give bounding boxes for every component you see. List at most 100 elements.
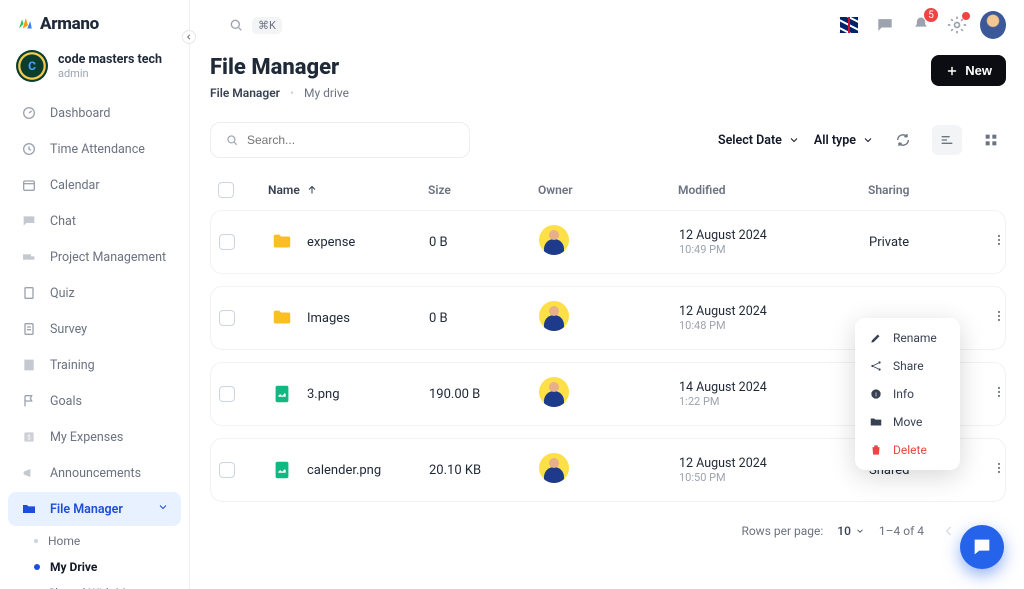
context-rename[interactable]: Rename bbox=[855, 324, 960, 352]
modified-time: 10:50 PM bbox=[679, 471, 869, 484]
org-switcher[interactable]: C code masters tech admin bbox=[0, 44, 189, 96]
grid-icon bbox=[983, 132, 999, 148]
chevron-down-icon bbox=[788, 134, 800, 146]
folder-icon bbox=[269, 307, 295, 329]
svg-text:$: $ bbox=[27, 434, 31, 442]
arrow-up-icon bbox=[306, 184, 318, 196]
file-name: expense bbox=[307, 235, 355, 250]
folder-icon bbox=[20, 500, 38, 518]
sidebar-item-label: Quiz bbox=[50, 286, 75, 301]
owner-avatar bbox=[539, 377, 569, 407]
chat-fab[interactable] bbox=[960, 525, 1004, 569]
sidebar-item-calendar[interactable]: Calendar bbox=[8, 168, 181, 202]
sidebar-collapse-button[interactable] bbox=[182, 30, 196, 44]
table-header: Name Size Owner Modified Sharing bbox=[210, 182, 1006, 210]
sidebar-sub-my-drive[interactable]: My Drive bbox=[8, 554, 181, 580]
row-actions-button[interactable] bbox=[979, 308, 1019, 328]
chevron-down-icon bbox=[157, 501, 169, 517]
global-search[interactable]: ⌘K bbox=[228, 17, 282, 34]
file-size: 190.00 B bbox=[429, 387, 539, 402]
file-name-cell[interactable]: calender.png bbox=[269, 459, 429, 481]
language-switcher[interactable] bbox=[836, 12, 862, 38]
uk-flag-icon bbox=[838, 17, 860, 33]
breadcrumb-root[interactable]: File Manager bbox=[210, 86, 280, 100]
owner-avatar bbox=[539, 301, 569, 331]
org-badge-icon: C bbox=[16, 50, 48, 82]
chevron-down-icon bbox=[862, 134, 874, 146]
org-name: code masters tech bbox=[58, 52, 162, 67]
row-checkbox[interactable] bbox=[219, 462, 235, 478]
avatar bbox=[980, 11, 1006, 39]
search-input[interactable] bbox=[247, 133, 455, 147]
sidebar-item-quiz[interactable]: Quiz bbox=[8, 276, 181, 310]
sidebar-item-dashboard[interactable]: Dashboard bbox=[8, 96, 181, 130]
row-actions-button[interactable] bbox=[979, 460, 1019, 480]
modified-time: 1:22 PM bbox=[679, 395, 869, 408]
sidebar-item-label: Time Attendance bbox=[50, 142, 145, 157]
context-info[interactable]: iInfo bbox=[855, 380, 960, 408]
keyboard-shortcut: ⌘K bbox=[252, 17, 282, 34]
row-checkbox[interactable] bbox=[219, 386, 235, 402]
modified-date: 12 August 2024 bbox=[679, 228, 869, 243]
settings-badge bbox=[962, 12, 970, 20]
gauge-icon bbox=[20, 104, 38, 122]
modified-date: 14 August 2024 bbox=[679, 380, 869, 395]
table-row[interactable]: expense 0 B 12 August 202410:49 PM Priva… bbox=[210, 210, 1006, 274]
column-sharing[interactable]: Sharing bbox=[868, 183, 978, 197]
sidebar-item-goals[interactable]: Goals bbox=[8, 384, 181, 418]
notifications-button[interactable]: 5 bbox=[908, 12, 934, 38]
select-all-checkbox[interactable] bbox=[218, 182, 234, 198]
pagination-range: 1–4 of 4 bbox=[879, 524, 924, 538]
rows-per-page-select[interactable]: 10 bbox=[837, 524, 865, 538]
sidebar-item-time-attendance[interactable]: Time Attendance bbox=[8, 132, 181, 166]
sidebar-item-survey[interactable]: Survey bbox=[8, 312, 181, 346]
sidebar-item-file-manager[interactable]: File Manager bbox=[8, 492, 181, 526]
dots-vertical-icon bbox=[991, 308, 1007, 324]
column-size[interactable]: Size bbox=[428, 183, 538, 197]
column-modified[interactable]: Modified bbox=[678, 183, 868, 197]
sidebar-item-announcements[interactable]: Announcements bbox=[8, 456, 181, 490]
dots-vertical-icon bbox=[991, 460, 1007, 476]
row-checkbox[interactable] bbox=[219, 310, 235, 326]
row-actions-button[interactable] bbox=[979, 384, 1019, 404]
row-checkbox[interactable] bbox=[219, 234, 235, 250]
file-name-cell[interactable]: expense bbox=[269, 231, 429, 253]
sidebar-item-project-management[interactable]: Project Management bbox=[8, 240, 181, 274]
column-name[interactable]: Name bbox=[268, 183, 428, 197]
settings-button[interactable] bbox=[944, 12, 970, 38]
notification-badge: 5 bbox=[924, 8, 938, 22]
sidebar-item-chat[interactable]: Chat bbox=[8, 204, 181, 238]
context-menu: Rename Share iInfo Move Delete bbox=[855, 318, 960, 470]
dots-vertical-icon bbox=[991, 232, 1007, 248]
context-delete[interactable]: Delete bbox=[855, 436, 960, 464]
search-icon bbox=[225, 133, 239, 147]
sidebar-sub-shared-with-me[interactable]: Shared With Me bbox=[8, 580, 181, 589]
pagination: Rows per page: 10 1–4 of 4 bbox=[210, 514, 1006, 542]
file-name-cell[interactable]: 3.png bbox=[269, 383, 429, 405]
sidebar-sub-home[interactable]: Home bbox=[8, 528, 181, 554]
new-button[interactable]: New bbox=[931, 55, 1006, 86]
calendar-icon bbox=[20, 176, 38, 194]
truck-icon bbox=[20, 248, 38, 266]
type-filter[interactable]: All type bbox=[814, 133, 874, 148]
file-name-cell[interactable]: Images bbox=[269, 307, 429, 329]
prev-page-button[interactable] bbox=[938, 520, 960, 542]
messages-button[interactable] bbox=[872, 12, 898, 38]
topbar: ⌘K 5 bbox=[210, 0, 1024, 50]
list-view-button[interactable] bbox=[932, 125, 962, 155]
search-input-wrapper[interactable] bbox=[210, 122, 470, 158]
column-owner[interactable]: Owner bbox=[538, 183, 678, 197]
refresh-button[interactable] bbox=[888, 125, 918, 155]
file-size: 0 B bbox=[429, 235, 539, 250]
dot-icon bbox=[34, 539, 38, 543]
sidebar-item-training[interactable]: Training bbox=[8, 348, 181, 382]
context-share[interactable]: Share bbox=[855, 352, 960, 380]
grid-view-button[interactable] bbox=[976, 125, 1006, 155]
row-actions-button[interactable] bbox=[979, 232, 1019, 252]
brand-name: Armano bbox=[40, 14, 99, 34]
user-menu[interactable] bbox=[980, 12, 1006, 38]
list-icon bbox=[939, 132, 955, 148]
context-move[interactable]: Move bbox=[855, 408, 960, 436]
sidebar-item-my-expenses[interactable]: $My Expenses bbox=[8, 420, 181, 454]
date-filter[interactable]: Select Date bbox=[718, 133, 800, 148]
